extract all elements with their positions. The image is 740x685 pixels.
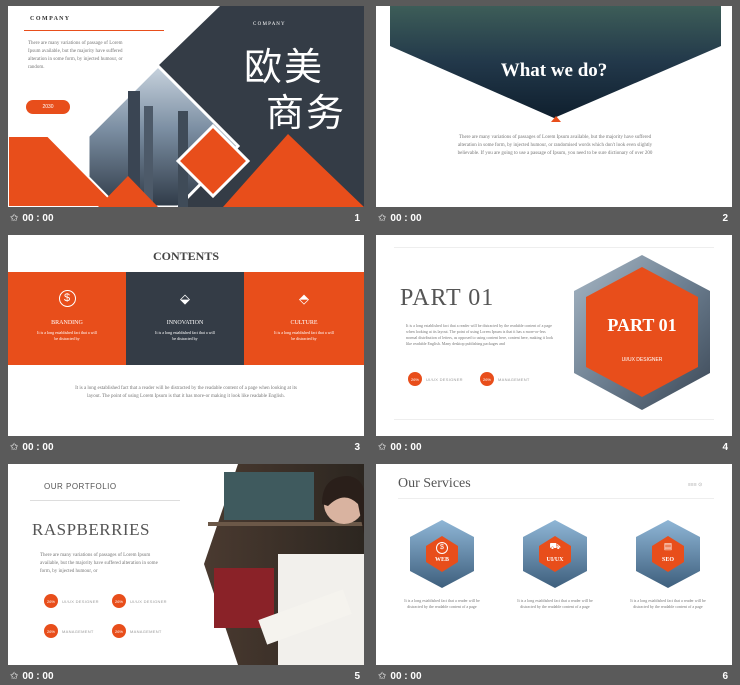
slide-thumbnail-1[interactable]: C O M P A N Y There are many variations … [8,6,364,227]
slide-number: 4 [722,441,728,453]
card-text: It is a long established fact that a wil… [274,330,334,341]
service-text: It is a long established fact that a rea… [404,598,480,609]
slide-info-bar: ✩ 00 : 00 2 [376,210,732,226]
card-label: CULTURE [290,320,318,326]
slide-info-bar: ✩ 00 : 00 6 [376,668,732,684]
slide-info-bar: ✩ 00 : 00 3 [8,439,364,455]
tag-icon: ⬘ [299,291,309,306]
slide-thumbnail-3[interactable]: CONTENTS $ BRANDING It is a long establi… [8,235,364,456]
slide-info-bar: ✩ 00 : 00 5 [8,668,364,684]
title-line-2: 商务 [266,91,347,135]
slide-thumbnail-4[interactable]: PART 01 It is a long established fact th… [376,235,732,456]
star-icon[interactable]: ✩ [378,442,386,453]
slide-number: 5 [354,670,360,682]
service-label: SEO [661,557,674,563]
slide-body: There are many variations of passages of… [457,135,653,156]
star-icon[interactable]: ✩ [378,671,386,682]
card-branding[interactable]: $ BRANDING It is a long established fact… [8,272,126,365]
star-icon[interactable]: ✩ [10,442,18,453]
cart-icon: ⛟ [549,541,561,551]
slide-thumbnail-5[interactable]: OUR PORTFOLIO RASPBERRIES There are many… [8,464,364,685]
divider-bottom [394,419,714,420]
slide-title: CONTENTS [152,249,220,263]
slide-time: 00 : 00 [22,212,54,224]
slide-thumbnail-6[interactable]: Our Services ≡≡≡ ⊙ $ WEB ⛟ UI/UX ▤ SEO I… [376,464,732,685]
card-culture[interactable]: ⬘ CULTURE It is a long established fact … [244,272,364,365]
slide-3: CONTENTS $ BRANDING It is a long establi… [8,235,364,436]
star-icon[interactable]: ✩ [10,213,18,224]
slide-body: It is a long established fact that a rea… [75,386,297,399]
slide-time: 00 : 00 [390,670,422,682]
slide-info-bar: ✩ 00 : 00 1 [8,210,364,226]
slide-1: C O M P A N Y There are many variations … [8,6,364,207]
slide-4: PART 01 It is a long established fact th… [376,235,732,436]
slide-thumbnail-2[interactable]: What we do? There are many variations of… [376,6,732,227]
slide-2: What we do? There are many variations of… [376,6,732,207]
slide-time: 00 : 00 [22,441,54,453]
slide-info-bar: ✩ 00 : 00 4 [376,439,732,455]
hex-title: PART 01 [607,315,677,335]
slide-number: 1 [354,212,360,224]
card-label: INNOVATION [166,320,204,326]
tags-icon: ⬙ [180,291,190,306]
service-text: It is a long established fact that a rea… [630,598,706,609]
service-label: WEB [434,557,449,563]
dollar-icon: $ [58,290,76,307]
document-icon: ▤ [663,541,673,551]
slide-number: 6 [722,670,728,682]
card-label: BRANDING [51,320,83,326]
water-photo [390,6,721,122]
card-innovation[interactable]: ⬙ INNOVATION It is a long established fa… [126,272,244,365]
card-text: It is a long established fact that a wil… [155,330,215,341]
bookshelf-row [224,472,314,520]
slide-time: 00 : 00 [22,670,54,682]
service-text: It is a long established fact that a rea… [517,598,593,609]
slide-number: 2 [722,212,728,224]
slide-5: OUR PORTFOLIO RASPBERRIES There are many… [8,464,364,665]
slide-title: What we do? [500,60,608,81]
star-icon[interactable]: ✩ [10,671,18,682]
star-icon[interactable]: ✩ [378,213,386,224]
slide-time: 00 : 00 [390,441,422,453]
slide-6: Our Services ≡≡≡ ⊙ $ WEB ⛟ UI/UX ▤ SEO I… [376,464,732,665]
service-label: UI/UX [546,557,564,563]
dollar-icon: $ [436,542,448,554]
service-hexagons [410,520,700,588]
company-label-right: C O M P A N Y [253,22,285,27]
slide-number: 3 [354,441,360,453]
slide-time: 00 : 00 [390,212,422,224]
tower-2 [144,106,153,207]
hex-subtitle: UI/UX DESIGNER [621,357,663,363]
card-text: It is a long established fact that a wil… [37,330,97,341]
reader-photo [204,464,364,665]
